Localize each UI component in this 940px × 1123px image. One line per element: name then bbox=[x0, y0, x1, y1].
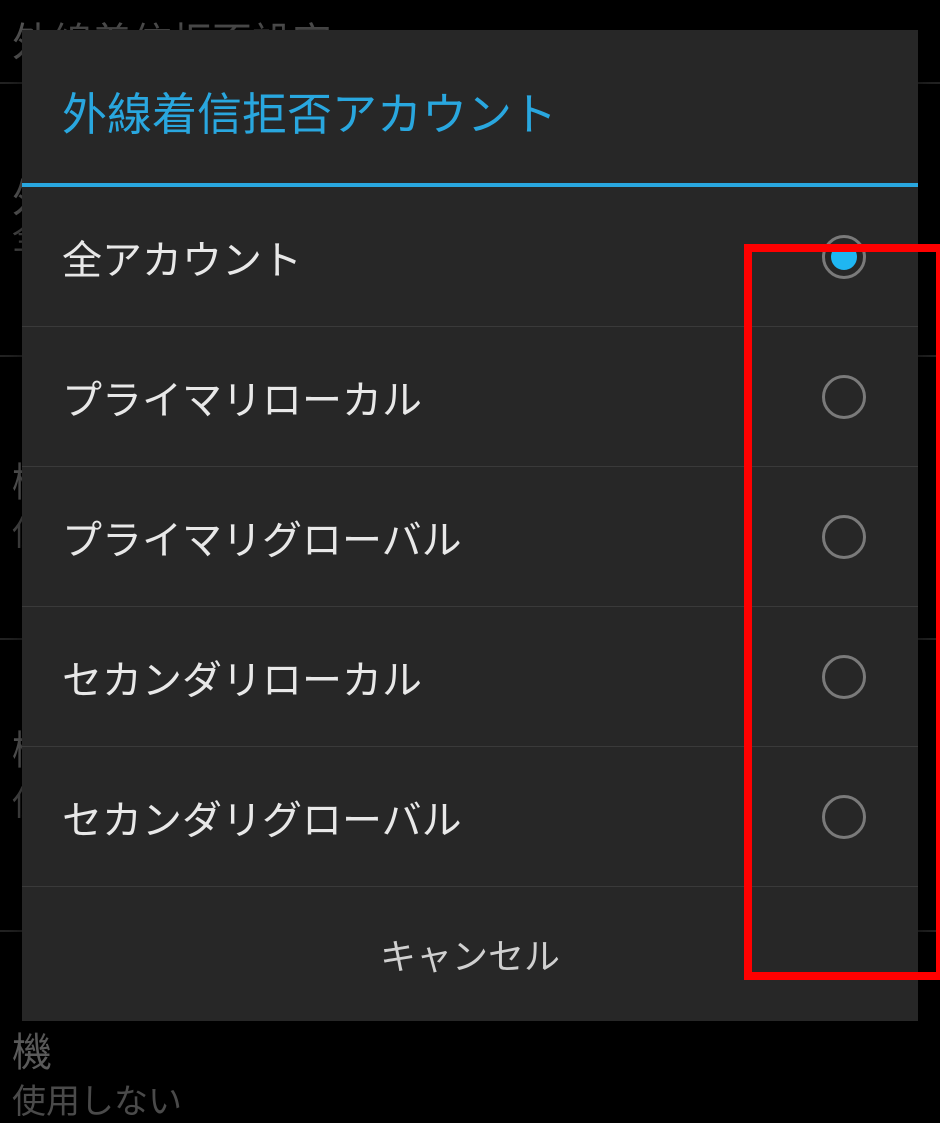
option-label: プライマリローカル bbox=[62, 368, 422, 426]
option-primary-global[interactable]: プライマリグローバル bbox=[22, 467, 918, 607]
bg-text: 機 bbox=[12, 1020, 52, 1078]
option-list: 全アカウント プライマリローカル プライマリグローバル セカンダリローカル セカ… bbox=[22, 187, 918, 887]
option-label: 全アカウント bbox=[62, 228, 302, 286]
option-label: プライマリグローバル bbox=[62, 508, 462, 566]
dialog-title: 外線着信拒否アカウント bbox=[22, 30, 918, 183]
radio-icon[interactable] bbox=[822, 235, 866, 279]
option-secondary-local[interactable]: セカンダリローカル bbox=[22, 607, 918, 747]
cancel-button[interactable]: キャンセル bbox=[22, 887, 918, 1021]
radio-icon[interactable] bbox=[822, 515, 866, 559]
option-secondary-global[interactable]: セカンダリグローバル bbox=[22, 747, 918, 887]
radio-icon[interactable] bbox=[822, 655, 866, 699]
option-all-accounts[interactable]: 全アカウント bbox=[22, 187, 918, 327]
option-label: セカンダリグローバル bbox=[62, 788, 462, 846]
account-selection-dialog: 外線着信拒否アカウント 全アカウント プライマリローカル プライマリグローバル … bbox=[22, 30, 918, 1021]
option-primary-local[interactable]: プライマリローカル bbox=[22, 327, 918, 467]
cancel-label: キャンセル bbox=[380, 928, 560, 980]
option-label: セカンダリローカル bbox=[62, 648, 422, 706]
radio-icon[interactable] bbox=[822, 795, 866, 839]
radio-icon[interactable] bbox=[822, 375, 866, 419]
bg-text: 使用しない bbox=[12, 1074, 182, 1123]
